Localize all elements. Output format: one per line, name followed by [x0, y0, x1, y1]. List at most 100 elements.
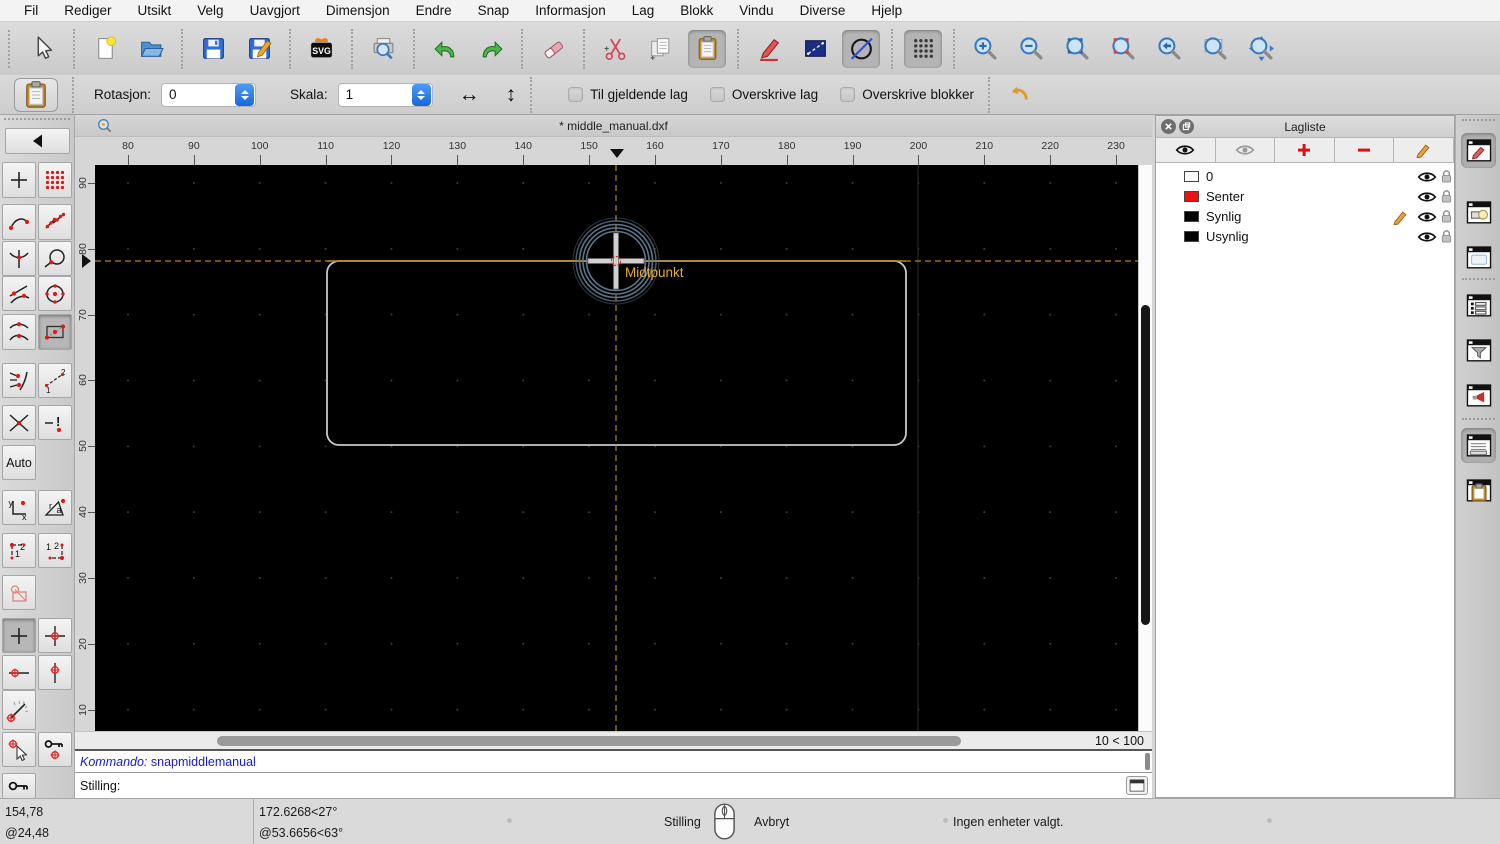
- checkbox-overskrive-blokker[interactable]: Overskrive blokker: [840, 87, 974, 102]
- back-icon[interactable]: [5, 128, 70, 154]
- print-preview-icon[interactable]: [364, 30, 402, 68]
- menu-item-fil[interactable]: Fil: [11, 3, 51, 18]
- snap-closest-icon[interactable]: [38, 241, 72, 276]
- snap-intersection-icon[interactable]: [2, 405, 36, 440]
- snap-coordinate-icon[interactable]: yx: [2, 490, 36, 525]
- layer-lock-icon[interactable]: [1440, 209, 1453, 227]
- rectangle-tool-icon[interactable]: [796, 30, 834, 68]
- command-history-scrollbar[interactable]: [1145, 753, 1150, 770]
- menu-item-hjelp[interactable]: Hjelp: [858, 3, 915, 18]
- open-file-icon[interactable]: [132, 30, 170, 68]
- restrict-horizontal-icon[interactable]: [2, 655, 36, 690]
- snap-relative-icon[interactable]: 12: [2, 533, 36, 568]
- clipboard-panel-icon[interactable]: [1461, 473, 1496, 508]
- flip-horizontal-icon[interactable]: ↔: [459, 84, 480, 105]
- snap-center-icon[interactable]: [38, 276, 72, 311]
- layer-row-usynlig[interactable]: Usynlig: [1156, 227, 1454, 247]
- horizontal-scrollbar[interactable]: 10 < 100: [75, 731, 1152, 749]
- checkbox-box[interactable]: [568, 87, 584, 102]
- layer-list-panel-icon[interactable]: [1461, 133, 1496, 168]
- layer-color-swatch[interactable]: [1184, 211, 1199, 222]
- layer-color-swatch[interactable]: [1184, 191, 1199, 202]
- draw-pencil-icon[interactable]: [750, 30, 788, 68]
- snap-coordinate-polar-icon[interactable]: ra: [38, 490, 72, 525]
- layer-visibility-icon[interactable]: [1417, 210, 1437, 227]
- zoom-pan-icon[interactable]: [1242, 30, 1280, 68]
- layer-color-swatch[interactable]: [1184, 231, 1199, 242]
- snap-restrict-status-icon[interactable]: [2, 575, 36, 610]
- snap-auto-button[interactable]: Auto: [2, 445, 36, 480]
- snap-distance-icon[interactable]: 12: [38, 363, 72, 398]
- property-editor-panel-icon[interactable]: [1461, 288, 1496, 323]
- snap-tangent-icon[interactable]: [2, 276, 36, 311]
- snap-on-entity-icon[interactable]: [38, 204, 72, 240]
- lock-relative-zero-icon[interactable]: [38, 732, 72, 767]
- checkbox-til-gjeldende-lag[interactable]: Til gjeldende lag: [568, 87, 688, 102]
- eraser-icon[interactable]: [534, 30, 572, 68]
- svg-export-icon[interactable]: SVG: [302, 30, 340, 68]
- copy-icon[interactable]: [642, 30, 680, 68]
- layer-visibility-icon[interactable]: [1417, 170, 1437, 187]
- menu-item-dimensjon[interactable]: Dimensjon: [313, 3, 403, 18]
- layer-row-senter[interactable]: Senter: [1156, 187, 1454, 207]
- zoom-back-icon[interactable]: [1150, 30, 1188, 68]
- zoom-in-icon[interactable]: [966, 30, 1004, 68]
- snap-grid-icon[interactable]: [38, 162, 72, 198]
- snap-relative-polar-icon[interactable]: 12: [38, 533, 72, 568]
- palette-handle[interactable]: [4, 118, 70, 120]
- vertical-scrollbar[interactable]: [1138, 165, 1152, 731]
- vertical-scroll-thumb[interactable]: [1141, 305, 1150, 625]
- add-layer-icon[interactable]: [1275, 138, 1335, 163]
- paste-tool-button[interactable]: [14, 77, 58, 112]
- menu-item-vindu[interactable]: Vindu: [726, 3, 786, 18]
- dock-handle[interactable]: [1462, 119, 1495, 121]
- checkbox-box[interactable]: [709, 87, 725, 102]
- snap-free-icon[interactable]: [2, 162, 36, 198]
- menu-item-informasjon[interactable]: Informasjon: [522, 3, 619, 18]
- layer-row-0[interactable]: 0: [1156, 167, 1454, 187]
- menu-item-rediger[interactable]: Rediger: [51, 3, 124, 18]
- restrict-vertical-icon[interactable]: [38, 655, 72, 690]
- zoom-out-icon[interactable]: [1012, 30, 1050, 68]
- save-file-as-icon[interactable]: [240, 30, 278, 68]
- menu-item-utsikt[interactable]: Utsikt: [125, 3, 185, 18]
- menu-item-snap[interactable]: Snap: [465, 3, 523, 18]
- menu-item-diverse[interactable]: Diverse: [787, 3, 859, 18]
- snap-intersection-manual-icon[interactable]: !: [38, 405, 72, 440]
- zoom-previous-icon[interactable]: [1104, 30, 1142, 68]
- set-relative-zero-icon[interactable]: [2, 732, 36, 767]
- scale-input[interactable]: 1: [337, 82, 433, 107]
- library-browser-panel-icon[interactable]: [1461, 240, 1496, 275]
- layer-lock-icon[interactable]: [1440, 189, 1453, 207]
- cut-icon[interactable]: [596, 30, 634, 68]
- menu-item-uavgjort[interactable]: Uavgjort: [237, 3, 313, 18]
- undo-icon[interactable]: [426, 30, 464, 68]
- layer-lock-icon[interactable]: [1440, 229, 1453, 247]
- layer-visibility-icon[interactable]: [1417, 230, 1437, 247]
- restrict-nothing-icon[interactable]: [2, 618, 36, 653]
- layer-row-synlig[interactable]: Synlig: [1156, 207, 1454, 227]
- menu-item-lag[interactable]: Lag: [619, 3, 668, 18]
- layer-visibility-icon[interactable]: [1417, 190, 1437, 207]
- cursor-arrow-icon[interactable]: [24, 30, 62, 68]
- snap-endpoints-icon[interactable]: [2, 204, 36, 240]
- output-panel-icon[interactable]: [1461, 378, 1496, 413]
- menu-item-velg[interactable]: Velg: [184, 3, 236, 18]
- paste-icon[interactable]: [688, 29, 726, 68]
- lock-zero-icon[interactable]: [2, 773, 36, 799]
- command-history-panel-icon[interactable]: [1461, 428, 1496, 463]
- checkbox-box[interactable]: [840, 87, 856, 102]
- restrict-angle-icon[interactable]: [2, 690, 36, 730]
- scale-stepper[interactable]: [411, 83, 431, 106]
- snap-perpendicular-icon[interactable]: [2, 363, 36, 398]
- horizontal-scroll-thumb[interactable]: [217, 736, 961, 746]
- flip-vertical-icon[interactable]: ↕: [506, 84, 517, 105]
- zoom-window-icon[interactable]: [1196, 30, 1234, 68]
- remove-layer-icon[interactable]: [1334, 138, 1395, 163]
- restrict-orthogonal-icon[interactable]: [38, 618, 72, 653]
- checkbox-overskrive-lag[interactable]: Overskrive lag: [709, 87, 818, 102]
- save-file-icon[interactable]: [194, 30, 232, 68]
- snap-intersection-auto-icon[interactable]: [2, 241, 36, 276]
- command-input-line[interactable]: Stilling:: [75, 772, 1152, 798]
- block-list-panel-icon[interactable]: [1461, 195, 1496, 230]
